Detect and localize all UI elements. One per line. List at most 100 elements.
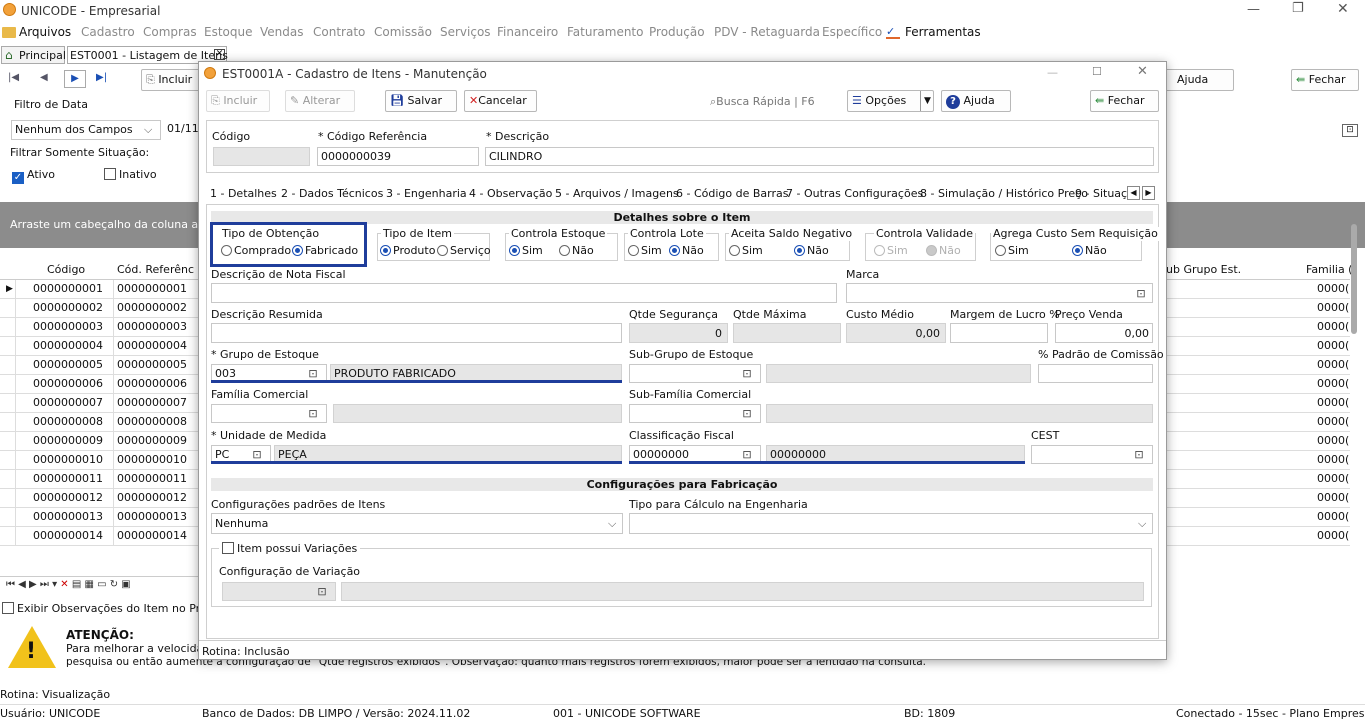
restore-icon[interactable]: ❐ <box>1292 2 1304 16</box>
preco-field[interactable]: 0,00 <box>1055 323 1153 343</box>
radio-saldo-sim[interactable]: Sim <box>729 244 763 258</box>
bg-fechar-button[interactable]: ⇚ Fechar <box>1291 69 1359 91</box>
app-title: UNICODE - Empresarial <box>21 4 161 18</box>
nav-buttons-icon[interactable]: ⏮ ◀ ▶ ⏭ ▾ ✕ ▤ ▦ ▭ ↻ ▣ <box>0 579 131 590</box>
desc-nf-field[interactable] <box>211 283 837 303</box>
busca-rapida-button[interactable]: ⌕Busca Rápida | F6 <box>710 95 815 109</box>
menu-cadastro[interactable]: Cadastro <box>81 25 135 39</box>
dialog-close-icon[interactable]: ✕ <box>1137 65 1148 79</box>
next-record-icon[interactable]: ▶ <box>64 70 86 88</box>
tab-scroll-right-icon[interactable]: ▶ <box>1142 186 1155 200</box>
radio-servico[interactable]: Serviço <box>437 244 491 258</box>
radio-estoque-sim[interactable]: Sim <box>509 244 543 258</box>
row-familia: 0000( <box>1317 510 1350 523</box>
marca-field[interactable] <box>846 283 1153 303</box>
menu-contrato[interactable]: Contrato <box>313 25 365 39</box>
tab-outras-config[interactable]: 7 - Outras Configurações <box>786 187 923 201</box>
radio-agrega-nao[interactable]: Não <box>1072 244 1107 258</box>
cest-lookup-icon[interactable]: ⊡ <box>1130 448 1148 463</box>
menu-estoque[interactable]: Estoque <box>204 25 253 39</box>
bg-ajuda-button[interactable]: Ajuda <box>1160 69 1234 91</box>
comissao-field[interactable] <box>1038 364 1153 383</box>
radio-produto[interactable]: Produto <box>380 244 435 258</box>
tab-detalhes[interactable]: 1 - Detalhes <box>210 187 277 201</box>
dropdown-arrow-icon[interactable]: ▼ <box>920 91 934 111</box>
radio-lote-sim[interactable]: Sim <box>628 244 662 258</box>
exibir-obs-checkbox[interactable]: Exibir Observações do Item no Previe <box>2 602 223 616</box>
radio-validade-nao[interactable]: Não <box>926 244 961 258</box>
margem-field[interactable] <box>950 323 1048 343</box>
menu-producao[interactable]: Produção <box>649 25 705 39</box>
col-codigo[interactable]: Código <box>47 263 85 277</box>
menu-vendas[interactable]: Vendas <box>260 25 304 39</box>
tab-observacao[interactable]: 4 - Observação <box>469 187 552 201</box>
tab-codigo-barras[interactable]: 6 - Código de Barras <box>676 187 788 201</box>
ajuda-button[interactable]: ? Ajuda <box>941 90 1011 112</box>
radio-saldo-nao[interactable]: Não <box>794 244 829 258</box>
salvar-button[interactable]: 💾︎ Salvar <box>385 90 457 112</box>
row-familia: 0000( <box>1317 282 1350 295</box>
first-record-icon[interactable]: |◀ <box>8 72 19 83</box>
codigo-label: Código <box>212 130 251 143</box>
row-familia: 0000( <box>1317 434 1350 447</box>
menu-especifico[interactable]: Específico <box>822 25 882 39</box>
dialog-minimize-icon[interactable]: — <box>1047 66 1058 80</box>
col-cod-ref[interactable]: Cód. Referênc <box>117 263 194 277</box>
menu-faturamento[interactable]: Faturamento <box>567 25 643 39</box>
subgrupo-lookup-icon[interactable]: ⊡ <box>738 367 756 382</box>
prev-record-icon[interactable]: ◀ <box>40 72 48 83</box>
row-codref: 0000000003 <box>117 320 187 333</box>
grid-scrollbar[interactable] <box>1351 224 1357 334</box>
marca-lookup-icon[interactable]: ⊡ <box>1132 287 1150 302</box>
campos-select[interactable]: Nenhum dos Campos ⌵ <box>11 120 161 140</box>
col-familia[interactable]: Familia ( <box>1306 263 1352 277</box>
close-icon[interactable]: ✕ <box>1337 2 1349 16</box>
familia-lookup-icon[interactable]: ⊡ <box>304 407 322 422</box>
tipo-calc-select[interactable]: ⌵ <box>629 513 1153 534</box>
incluir-button[interactable]: ⎘ Incluir <box>206 90 270 112</box>
tab-situacao[interactable]: 9 - Situaçã <box>1075 187 1127 201</box>
opcoes-button[interactable]: ☰ Opções ▼ <box>847 90 934 112</box>
last-record-icon[interactable]: ▶| <box>96 72 107 83</box>
radio-validade-sim[interactable]: Sim <box>874 244 908 258</box>
menu-pdv[interactable]: PDV - Retaguarda <box>714 25 820 39</box>
tab-scroll-left-icon[interactable]: ◀ <box>1127 186 1140 200</box>
cest-label: CEST <box>1031 429 1060 442</box>
inativo-checkbox[interactable]: Inativo <box>104 168 157 182</box>
lookup-icon[interactable]: ⊡ <box>1342 124 1358 137</box>
radio-estoque-nao[interactable]: Não <box>559 244 594 258</box>
menu-comissao[interactable]: Comissão <box>374 25 432 39</box>
desc-res-field[interactable] <box>211 323 622 343</box>
row-codigo: 0000000012 <box>33 491 103 504</box>
tab-simulacao[interactable]: 8 - Simulação / Histórico Preço <box>920 187 1088 201</box>
descricao-field[interactable]: CILINDRO <box>485 147 1154 166</box>
subfamilia-lookup-icon[interactable]: ⊡ <box>738 407 756 422</box>
bg-incluir-button[interactable]: ⎘ Incluir <box>141 69 201 91</box>
minimize-icon[interactable]: — <box>1247 3 1260 17</box>
cancelar-button[interactable]: ✕Cancelar <box>464 90 537 112</box>
config-itens-select[interactable]: Nenhuma ⌵ <box>211 513 623 534</box>
tab-close-icon[interactable]: ✕ <box>214 49 225 60</box>
tab-principal[interactable]: ⌂ Principal <box>1 46 66 64</box>
radio-agrega-sim[interactable]: Sim <box>995 244 1029 258</box>
tab-engenharia[interactable]: 3 - Engenharia <box>386 187 467 201</box>
codref-field[interactable]: 0000000039 <box>317 147 479 166</box>
menu-compras[interactable]: Compras <box>143 25 197 39</box>
radio-fabricado[interactable]: Fabricado <box>292 244 358 258</box>
variacoes-checkbox[interactable]: Item possui Variações <box>219 542 361 556</box>
dialog-maximize-icon[interactable]: ☐ <box>1092 65 1102 79</box>
fechar-button[interactable]: ⇚ Fechar <box>1090 90 1159 112</box>
col-subgrupo[interactable]: ub Grupo Est. <box>1166 263 1241 277</box>
alterar-button[interactable]: ✎ Alterar <box>285 90 355 112</box>
radio-comprado[interactable]: Comprado <box>221 244 291 258</box>
menu-servicos[interactable]: Serviços <box>440 25 491 39</box>
radio-lote-nao[interactable]: Não <box>669 244 704 258</box>
ativo-checkbox[interactable]: ✓ Ativo <box>12 168 55 184</box>
tab-arquivos[interactable]: 5 - Arquivos / Imagens <box>555 187 679 201</box>
menu-financeiro[interactable]: Financeiro <box>497 25 558 39</box>
config-var-lookup-icon[interactable]: ⊡ <box>313 585 331 600</box>
tab-dados-tecnicos[interactable]: 2 - Dados Técnicos <box>281 187 383 201</box>
menu-ferramentas[interactable]: Ferramentas <box>905 25 981 39</box>
menu-arquivos[interactable]: Arquivos <box>19 25 71 39</box>
qtde-max-label: Qtde Máxima <box>733 308 807 321</box>
